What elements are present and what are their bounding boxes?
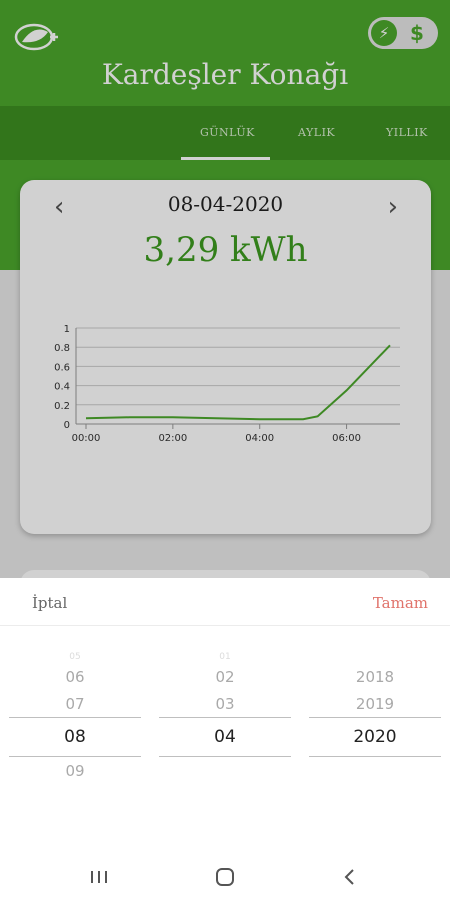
month-option[interactable]: 09	[9, 762, 141, 780]
date-picker-sheet: İptal Tamam 05 06 07 08 09 01 02 03 04 2…	[0, 578, 450, 900]
day-wheel[interactable]: 01 02 03 04	[159, 638, 291, 778]
month-option[interactable]: 06	[9, 668, 141, 686]
recents-icon[interactable]	[84, 864, 114, 890]
year-option[interactable]: 2018	[309, 668, 441, 686]
day-option[interactable]: 02	[159, 668, 291, 686]
wheel-divider	[9, 717, 141, 718]
month-selected[interactable]: 08	[9, 727, 141, 747]
home-icon[interactable]	[210, 864, 240, 890]
wheel-divider	[309, 717, 441, 718]
day-selected[interactable]: 04	[159, 727, 291, 747]
day-option[interactable]: 01	[159, 652, 291, 662]
done-button[interactable]: Tamam	[373, 594, 428, 612]
picker-action-bar: İptal Tamam	[0, 578, 450, 626]
cancel-button[interactable]: İptal	[32, 594, 67, 612]
year-wheel[interactable]: 2018 2019 2020	[309, 638, 441, 778]
day-option[interactable]: 03	[159, 695, 291, 713]
system-nav-bar	[0, 854, 450, 900]
back-icon[interactable]	[335, 864, 365, 890]
wheel-divider	[159, 756, 291, 757]
month-option[interactable]: 05	[9, 652, 141, 662]
wheel-divider	[9, 756, 141, 757]
year-selected[interactable]: 2020	[309, 727, 441, 747]
month-wheel[interactable]: 05 06 07 08 09	[9, 638, 141, 780]
year-option[interactable]: 2019	[309, 695, 441, 713]
month-option[interactable]: 07	[9, 695, 141, 713]
wheel-divider	[309, 756, 441, 757]
wheel-divider	[159, 717, 291, 718]
